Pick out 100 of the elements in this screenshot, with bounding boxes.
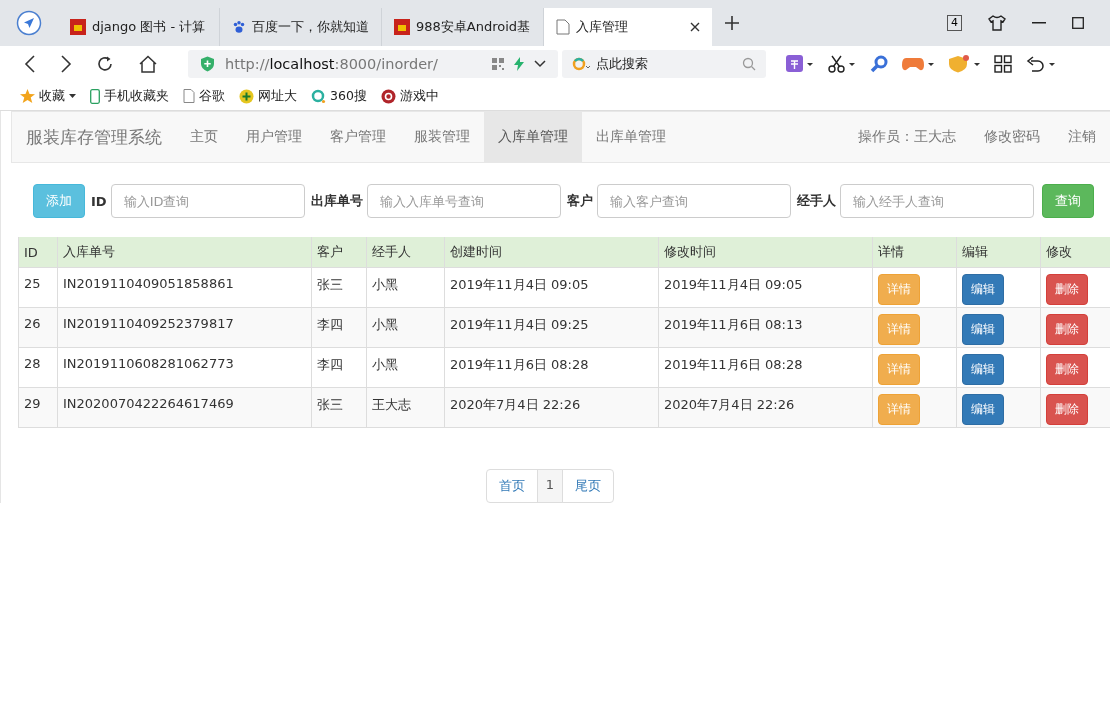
table-cell: 李四 bbox=[311, 347, 367, 388]
nav-link[interactable]: 客户管理 bbox=[316, 112, 400, 162]
table-cell: 28 bbox=[18, 347, 58, 388]
bookmark-link[interactable]: 收藏 bbox=[39, 87, 65, 105]
column-header: 修改时间 bbox=[658, 237, 873, 268]
delete-button[interactable]: 删除 bbox=[1046, 354, 1088, 385]
nav-link[interactable]: 服装管理 bbox=[400, 112, 484, 162]
maximize-icon[interactable] bbox=[1072, 17, 1084, 29]
shield-icon bbox=[200, 56, 215, 72]
bookmark-link[interactable]: 谷歌 bbox=[199, 87, 225, 105]
column-header: 经手人 bbox=[366, 237, 445, 268]
column-header: ID bbox=[18, 237, 58, 268]
shirt-icon[interactable] bbox=[988, 15, 1006, 31]
scissors-icon[interactable] bbox=[828, 55, 856, 73]
bookmark-link[interactable]: 游戏中 bbox=[399, 87, 439, 105]
search-engine-icon bbox=[572, 57, 592, 71]
table-cell: 2020年7月4日 22:26 bbox=[444, 387, 659, 428]
new-tab-icon[interactable] bbox=[724, 15, 740, 31]
undo-icon[interactable] bbox=[1026, 55, 1056, 73]
table-cell: 2020年7月4日 22:26 bbox=[658, 387, 873, 428]
document-icon bbox=[556, 19, 570, 35]
table-cell: 2019年11月6日 08:28 bbox=[444, 347, 659, 388]
column-header: 创建时间 bbox=[444, 237, 659, 268]
field-label: 出库单号 bbox=[310, 192, 363, 210]
table-cell: 2019年11月6日 08:13 bbox=[658, 307, 873, 348]
table-cell: IN2020070422264617469 bbox=[57, 387, 312, 428]
table-cell: 29 bbox=[18, 387, 58, 428]
paw-icon bbox=[232, 19, 246, 35]
edit-button[interactable]: 编辑 bbox=[962, 274, 1004, 305]
star-icon bbox=[20, 89, 35, 103]
minimize-icon[interactable] bbox=[1032, 22, 1046, 24]
field-label: 客户 bbox=[566, 192, 593, 210]
table-cell: 李四 bbox=[311, 307, 367, 348]
reload-icon[interactable] bbox=[96, 55, 114, 73]
column-header: 入库单号 bbox=[57, 237, 312, 268]
flag-icon bbox=[70, 19, 86, 35]
document-icon bbox=[183, 89, 195, 103]
field-label: 经手人 bbox=[796, 192, 836, 210]
table-cell: 小黑 bbox=[366, 307, 445, 348]
bookmark-link[interactable]: 网址大 bbox=[258, 87, 297, 105]
search-icon[interactable] bbox=[742, 57, 756, 71]
gamepad-icon[interactable] bbox=[902, 55, 934, 73]
table-cell: 张三 bbox=[311, 387, 367, 428]
nav-link[interactable]: 用户管理 bbox=[232, 112, 316, 162]
grid-icon[interactable] bbox=[994, 55, 1012, 73]
browser-tab-title: django 图书 - 计算 bbox=[92, 18, 207, 36]
edit-button[interactable]: 编辑 bbox=[962, 354, 1004, 385]
search-field[interactable]: 输入ID查询 bbox=[110, 184, 305, 218]
table-cell: 小黑 bbox=[366, 267, 445, 308]
table-cell: 2019年11月6日 08:28 bbox=[658, 347, 873, 388]
table-cell: 25 bbox=[18, 267, 58, 308]
chevron-down-icon[interactable] bbox=[534, 60, 546, 68]
table-cell: 26 bbox=[18, 307, 58, 348]
column-header: 客户 bbox=[311, 237, 367, 268]
table-cell: 2019年11月4日 09:25 bbox=[444, 307, 659, 348]
operator-name: 操作员：王大志 bbox=[857, 127, 957, 146]
phone-icon bbox=[90, 88, 100, 104]
home-icon[interactable] bbox=[138, 55, 158, 73]
table-cell: IN2019110409252379817 bbox=[57, 307, 312, 348]
column-header: 编辑 bbox=[956, 237, 1041, 268]
browser-search-field[interactable]: 点此搜索 bbox=[562, 50, 766, 78]
table-cell: IN2019110409051858861 bbox=[57, 267, 312, 308]
delete-button[interactable]: 删除 bbox=[1046, 274, 1088, 305]
ring-icon bbox=[311, 88, 326, 104]
browser-tab-title: 百度一下，你就知道 bbox=[252, 18, 369, 36]
caret-icon[interactable] bbox=[69, 94, 76, 98]
close-icon[interactable] bbox=[690, 22, 700, 32]
back-icon[interactable] bbox=[24, 55, 36, 73]
field-label: ID bbox=[91, 193, 107, 209]
edit-button[interactable]: 编辑 bbox=[962, 314, 1004, 345]
column-header: 修改 bbox=[1040, 237, 1110, 268]
nav-link[interactable]: 出库单管理 bbox=[582, 112, 680, 162]
nav-link[interactable]: 入库单管理 bbox=[484, 112, 582, 162]
pagination-link[interactable]: 尾页 bbox=[562, 469, 615, 503]
magnifier-icon[interactable] bbox=[870, 55, 888, 73]
nav-link[interactable]: 注销 bbox=[1054, 112, 1110, 162]
pagination-link[interactable]: 首页 bbox=[485, 469, 538, 503]
address-field[interactable]: http://localhost:8000/inorder/ bbox=[188, 50, 558, 78]
bookmark-link[interactable]: 手机收藏夹 bbox=[104, 87, 169, 105]
browser-tab-title: 988安卓Android基 bbox=[416, 18, 531, 36]
delete-button[interactable]: 删除 bbox=[1046, 314, 1088, 345]
search-field[interactable]: 输入入库单号查询 bbox=[366, 184, 561, 218]
edit-button[interactable]: 编辑 bbox=[962, 394, 1004, 425]
browser-tab-title: 入库管理 bbox=[576, 18, 629, 36]
nav-link[interactable]: 主页 bbox=[176, 112, 232, 162]
search-field[interactable]: 输入客户查询 bbox=[596, 184, 791, 218]
column-header: 详情 bbox=[872, 237, 957, 268]
app-title[interactable]: 服装库存管理系统 bbox=[12, 112, 176, 162]
tab-count-badge[interactable]: 4 bbox=[947, 15, 962, 31]
translate-icon[interactable] bbox=[786, 55, 814, 73]
browser-tab[interactable]: 入库管理 bbox=[544, 8, 712, 46]
nav-link[interactable]: 修改密码 bbox=[970, 112, 1054, 162]
search-button[interactable]: 查询 bbox=[1041, 184, 1094, 218]
coin-shield-icon[interactable] bbox=[948, 55, 980, 73]
qr-code-icon[interactable] bbox=[492, 58, 504, 70]
search-field[interactable]: 输入经手人查询 bbox=[839, 184, 1034, 218]
forward-icon[interactable] bbox=[60, 55, 72, 73]
delete-button[interactable]: 删除 bbox=[1046, 394, 1088, 425]
bookmark-link[interactable]: 360搜 bbox=[330, 87, 367, 105]
table-cell: 2019年11月4日 09:05 bbox=[658, 267, 873, 308]
